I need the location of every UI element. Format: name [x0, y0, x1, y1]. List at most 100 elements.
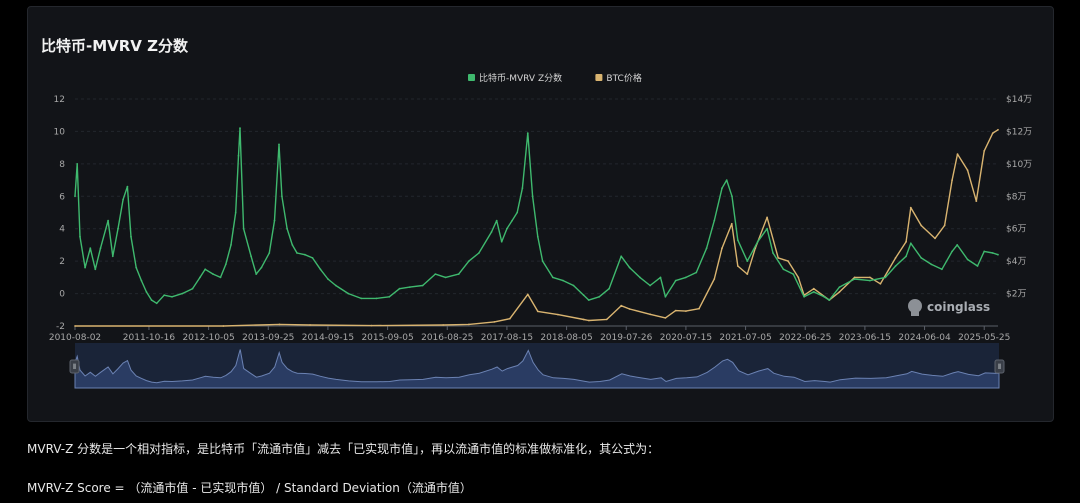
mvrv-z-point — [991, 252, 994, 254]
btc-price-point — [983, 150, 986, 152]
y-right-tick-label: $14万 — [1006, 95, 1032, 105]
mvrv-chart[interactable]: 比特币-MVRV Z分数 BTC价格 -2 0 2 4 6 8 10 12 $2万 $4万 $6万 $8万… — [0, 0, 1080, 503]
y-left-tick-label: 2 — [59, 257, 65, 267]
mvrv-z-point — [506, 227, 508, 230]
mvrv-z-point — [155, 302, 158, 305]
mvrv-z-point — [171, 295, 173, 298]
x-tick-label: 2016-08-25 — [421, 333, 473, 343]
coinglass-watermark: coinglass — [908, 299, 990, 316]
y-left-tick-label: 0 — [59, 290, 65, 300]
mvrv-z-point — [204, 268, 207, 271]
mvrv-z-point — [930, 263, 933, 266]
mvrv-z-point — [909, 242, 912, 245]
mvrv-z-point — [126, 185, 129, 188]
mvrv-z-point — [495, 219, 498, 222]
y-left-tick-label: 12 — [54, 95, 65, 105]
btc-price-point — [698, 307, 700, 310]
navigator-handle-glyph: ⦀ — [998, 363, 1001, 371]
btc-price-point — [582, 318, 585, 321]
btc-price-point — [74, 325, 76, 327]
mvrv-z-point — [884, 276, 887, 279]
mvrv-z-point — [664, 295, 667, 298]
x-tick-label: 2021-07-05 — [719, 333, 771, 343]
btc-price-point — [894, 257, 897, 259]
y-right-tick-label: $6万 — [1006, 225, 1026, 235]
btc-price-point — [508, 317, 511, 320]
x-tick-label: 2024-06-04 — [898, 333, 951, 343]
mvrv-z-point — [956, 244, 959, 246]
btc-price-point — [685, 310, 687, 312]
btc-price-point — [934, 237, 936, 240]
mvrv-z-point — [966, 258, 969, 261]
mvrv-z-point — [828, 299, 831, 301]
legend-swatch-0 — [468, 74, 475, 81]
mvrv-z-point — [920, 257, 923, 259]
mvrv-z-point — [181, 292, 184, 295]
btc-price-point — [493, 321, 496, 323]
btc-price-point — [605, 318, 608, 321]
mvrv-z-point — [319, 268, 322, 271]
mvrv-z-point — [551, 276, 554, 279]
btc-price-point — [468, 323, 470, 326]
navigator-right-handle[interactable]: ⦀ — [994, 359, 1005, 374]
mvrv-z-point — [782, 268, 785, 271]
btc-price-point — [991, 132, 994, 135]
mvrv-z-point — [951, 250, 953, 253]
legend-label-1: BTC价格 — [606, 72, 641, 84]
mvrv-z-point — [89, 247, 92, 250]
btc-price-point — [587, 319, 590, 322]
mvrv-z-point — [79, 235, 81, 238]
mvrv-z-point — [526, 132, 529, 135]
mvrv-z-point — [347, 292, 350, 295]
mvrv-z-point — [731, 195, 733, 198]
mvrv-z-point — [468, 260, 470, 262]
mvrv-z-point — [375, 297, 378, 300]
mvrv-z-point — [296, 252, 298, 254]
mvrv-z-point — [620, 255, 623, 258]
mvrv-z-point — [191, 287, 194, 290]
navigator-left-handle[interactable]: ⦀ — [69, 359, 80, 374]
btc-price-point — [526, 293, 529, 296]
mvrv-z-point — [869, 279, 871, 282]
mvrv-z-point — [421, 284, 424, 287]
x-tick-label: 2017-08-15 — [481, 333, 533, 343]
mvrv-z-point — [746, 260, 749, 262]
mvrv-z-point — [291, 244, 294, 246]
btc-price-point — [956, 153, 959, 156]
btc-price-point — [730, 222, 733, 225]
mvrv-z-point — [239, 127, 241, 130]
mvrv-z-point — [598, 295, 601, 298]
btc-price-point — [905, 240, 907, 243]
btc-price-point — [557, 313, 559, 316]
mvrv-z-point — [234, 211, 237, 214]
btc-price-point — [746, 273, 749, 275]
btc-price-point — [975, 200, 978, 203]
y-right-tick-label: $12万 — [1006, 127, 1032, 137]
y-left-tick-label: 8 — [59, 160, 65, 170]
mvrv-z-point — [199, 276, 201, 279]
mvrv-z-point — [334, 284, 337, 287]
mvrv-z-point — [122, 198, 124, 201]
mvrv-z-point — [725, 179, 728, 182]
mvrv-z-point — [823, 295, 825, 298]
mvrv-z-point — [705, 247, 708, 250]
mvrv-z-point — [219, 276, 222, 279]
mvrv-z-point — [976, 265, 979, 267]
x-tick-label: 2013-09-25 — [242, 333, 294, 343]
y-right-tick-label: $2万 — [1006, 290, 1026, 300]
btc-price-point — [943, 224, 946, 227]
mvrv-z-point — [853, 278, 856, 280]
mvrv-z-point — [766, 227, 768, 230]
y-left-tick-label: 4 — [59, 225, 65, 235]
x-tick-label: 2012-10-05 — [182, 333, 234, 343]
btc-price-point — [649, 313, 651, 316]
btc-price-point — [879, 282, 882, 285]
mvrv-z-point — [140, 279, 143, 282]
mvrv-z-point — [521, 187, 524, 190]
mvrv-z-point — [997, 253, 999, 256]
mvrv-z-point — [659, 276, 662, 279]
btc-price-point — [713, 278, 716, 280]
mvrv-z-point — [772, 252, 774, 254]
x-tick-label: 2014-09-15 — [302, 333, 354, 343]
y-right-tick-label: $4万 — [1006, 257, 1026, 267]
